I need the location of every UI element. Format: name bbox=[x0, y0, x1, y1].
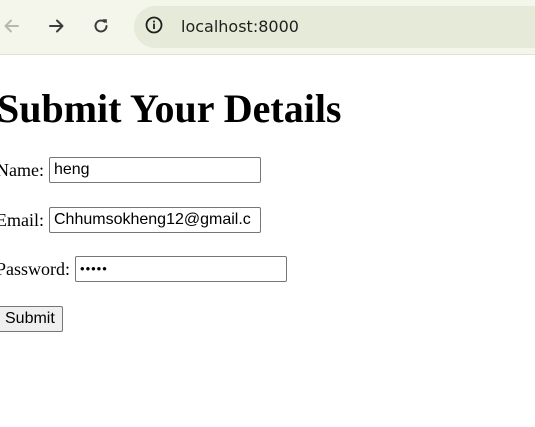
address-bar[interactable]: localhost:8000 bbox=[134, 6, 535, 48]
browser-toolbar: localhost:8000 bbox=[0, 0, 535, 55]
password-input[interactable]: ••••• bbox=[75, 256, 288, 282]
info-circle-icon bbox=[144, 15, 164, 40]
site-info-button[interactable] bbox=[143, 16, 165, 38]
arrow-right-icon bbox=[46, 16, 66, 36]
reload-button[interactable] bbox=[89, 14, 113, 38]
reload-icon bbox=[91, 16, 111, 36]
email-input[interactable]: Chhumsokheng12@gmail.c bbox=[49, 207, 261, 233]
page-title: Submit Your Details bbox=[0, 86, 342, 131]
name-input[interactable]: heng bbox=[48, 157, 261, 183]
password-label: Password: bbox=[0, 259, 71, 279]
password-row: Password: ••••• bbox=[0, 256, 288, 282]
arrow-left-icon bbox=[2, 16, 22, 36]
forward-button[interactable] bbox=[44, 14, 68, 38]
page-content: Submit Your Details Name: heng Email: Ch… bbox=[0, 56, 535, 427]
submit-button[interactable]: Submit bbox=[0, 306, 63, 332]
name-label: Name: bbox=[0, 160, 44, 180]
email-row: Email: Chhumsokheng12@gmail.c bbox=[0, 207, 261, 233]
back-button[interactable] bbox=[0, 14, 24, 38]
email-label: Email: bbox=[0, 210, 44, 230]
name-row: Name: heng bbox=[0, 157, 261, 183]
url-text[interactable]: localhost:8000 bbox=[181, 17, 299, 37]
